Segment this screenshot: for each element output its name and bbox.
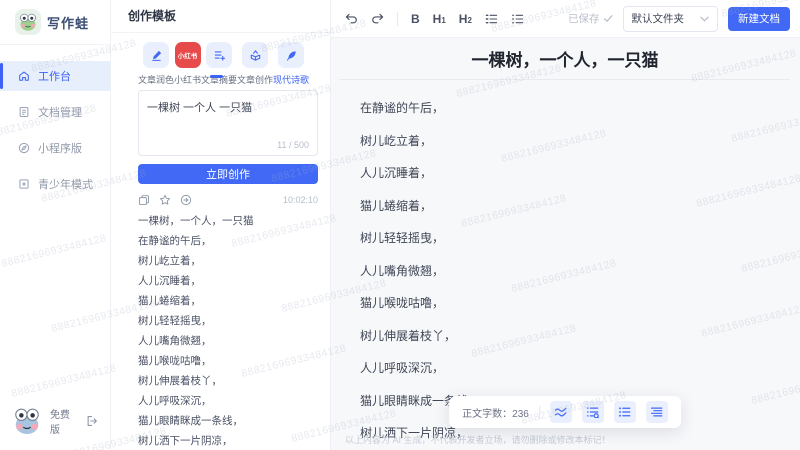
- generation-result: 10:02:10 一棵树，一个人，一只猫 在静谧的午后， 树儿屹立着， 人儿沉睡…: [138, 193, 318, 450]
- result-line: 树儿伸展着枝丫，: [138, 375, 222, 387]
- sidebar: 写作蛙 工作台 文档管理 小程序版 青少年模式 免费版: [0, 0, 111, 450]
- xiaohongshu-icon: 小红书: [174, 42, 201, 68]
- floating-ai-toolbar: 正文字数：236: [449, 396, 681, 428]
- result-line: 猫儿喉咙咕噜，: [138, 355, 212, 367]
- bold-icon[interactable]: B: [411, 13, 420, 25]
- result-line: 树儿轻轻摇曳，: [138, 315, 212, 327]
- document-body: 在静谧的午后， 树儿屹立着， 人儿沉睡着， 猫儿蜷缩着， 树儿轻轻摇曳， 人儿嘴…: [330, 80, 800, 439]
- tab-label: 文章创作: [237, 75, 274, 85]
- paragraph: 树儿屹立着，: [360, 133, 433, 148]
- result-line: 猫儿眼睛眯成一条线，: [138, 415, 243, 427]
- result-line: 树儿洒下一片阴凉，: [138, 435, 233, 447]
- tab-xiaohongshu[interactable]: 小红书 小红书: [174, 42, 201, 86]
- tab-article-create[interactable]: 文章创作: [237, 42, 273, 86]
- tab-label: 小红书: [174, 75, 202, 85]
- quill-icon: [278, 42, 305, 68]
- paragraph: 在静谧的午后，: [360, 101, 445, 115]
- editor-toolbar: B H1 H2 已保存 默认文件夹 新建文档: [330, 0, 800, 38]
- paragraph: 人儿嘴角微翘，: [360, 263, 445, 278]
- tabs-scroll-indicator: [210, 75, 223, 78]
- folder-select[interactable]: 默认文件夹: [622, 5, 718, 32]
- paragraph: 猫儿蜷缩着，: [360, 198, 433, 213]
- sidebar-item-miniapp[interactable]: 小程序版: [0, 133, 110, 163]
- pen-icon: [143, 42, 169, 68]
- heading2-icon[interactable]: H2: [459, 13, 472, 25]
- paragraph: 猫儿喉咙咕噜，: [360, 296, 445, 310]
- result-line: 在静谧的午后，: [138, 235, 212, 247]
- outline-icon[interactable]: [645, 401, 668, 423]
- result-line: 猫儿蜷缩着，: [138, 295, 201, 307]
- undo-icon[interactable]: [345, 13, 358, 24]
- paragraph: 树儿伸展着枝丫，: [360, 328, 457, 343]
- result-line: 一棵树，一个人，一只猫: [138, 215, 254, 227]
- sidebar-item-label: 文档管理: [38, 107, 82, 119]
- result-line: 人儿嘴角微翘，: [138, 335, 212, 347]
- result-timestamp: 10:02:10: [282, 195, 318, 205]
- result-toolbar: 10:02:10: [138, 193, 318, 207]
- tab-label: 文章润色: [138, 75, 175, 85]
- app-title: 写作蛙: [47, 15, 90, 31]
- chevron-down-icon: [700, 16, 709, 22]
- continue-writing-icon[interactable]: [549, 401, 572, 423]
- toolbar-divider: [538, 405, 540, 419]
- new-document-button[interactable]: 新建文档: [728, 6, 790, 31]
- redo-icon[interactable]: [371, 13, 384, 24]
- logout-icon[interactable]: [86, 415, 98, 427]
- plan-badge: 免费版: [50, 410, 70, 436]
- document-icon: [18, 106, 30, 118]
- tab-polish[interactable]: 文章润色: [138, 42, 174, 86]
- tab-summary[interactable]: 文章摘要: [201, 42, 237, 86]
- document-title: 一棵树，一个人，一只猫: [471, 51, 659, 70]
- sidebar-item-doc-management[interactable]: 文档管理: [0, 97, 110, 127]
- result-line: 人儿沉睡着，: [138, 275, 201, 287]
- result-line: 人儿呼吸深沉，: [138, 395, 212, 407]
- folder-select-value: 默认文件夹: [631, 13, 685, 25]
- document-canvas[interactable]: 一棵树，一个人，一只猫 在静谧的午后， 树儿屹立着， 人儿沉睡着， 猫儿蜷缩着，…: [330, 38, 800, 450]
- sidebar-item-label: 小程序版: [38, 143, 82, 155]
- bullet-list-icon[interactable]: [613, 401, 636, 423]
- panel-title: 创作模板: [110, 0, 330, 33]
- prompt-input[interactable]: 一棵树 一个人 一只猫: [139, 91, 317, 137]
- copy-icon[interactable]: [138, 194, 150, 206]
- char-counter: 11 / 500: [277, 140, 309, 150]
- heading1-icon[interactable]: H1: [433, 13, 446, 25]
- paragraph: 人儿沉睡着，: [360, 166, 433, 180]
- toolbar-divider: [397, 11, 398, 26]
- sidebar-item-teen-mode[interactable]: 青少年模式: [0, 169, 110, 199]
- template-tabs: 文章润色 小红书 小红书 文章摘要 文章创作 现代诗歌: [110, 33, 330, 86]
- summary-list-icon: [206, 42, 233, 68]
- compass-icon: [18, 142, 30, 154]
- inkbox-icon: [242, 42, 269, 68]
- summarize-icon[interactable]: [581, 401, 604, 423]
- sidebar-footer: 免费版: [0, 398, 110, 444]
- sidebar-item-label: 青少年模式: [38, 179, 93, 191]
- tab-modern-poetry[interactable]: 现代诗歌: [273, 42, 309, 86]
- sidebar-menu: 工作台 文档管理 小程序版 青少年模式: [0, 61, 110, 199]
- star-icon[interactable]: [159, 194, 171, 206]
- unordered-list-icon[interactable]: [511, 13, 524, 25]
- frog-mascot-icon: [15, 9, 41, 35]
- teen-mode-icon: [18, 178, 30, 190]
- create-now-button[interactable]: 立即创作: [138, 164, 318, 184]
- template-panel: 创作模板 文章润色 小红书 小红书 文章摘要 文章创作 现代诗歌 一棵树 一个人…: [110, 0, 331, 450]
- sidebar-item-workbench[interactable]: 工作台: [0, 61, 110, 91]
- insert-arrow-icon[interactable]: [180, 194, 192, 206]
- ai-disclaimer: 以上内容为 AI 生成，不代表开发者立场，请勿删除或修改本标记！: [345, 435, 611, 445]
- check-icon: [603, 15, 612, 22]
- home-icon: [18, 70, 30, 82]
- paragraph: 树儿轻轻摇曳，: [360, 231, 445, 245]
- result-line: 树儿屹立着，: [138, 255, 201, 267]
- sidebar-item-label: 工作台: [38, 71, 71, 83]
- tab-label: 现代诗歌: [273, 75, 310, 85]
- result-lines: 一棵树，一个人，一只猫 在静谧的午后， 树儿屹立着， 人儿沉睡着， 猫儿蜷缩着，…: [138, 216, 318, 447]
- paragraph: 人儿呼吸深沉，: [360, 361, 445, 375]
- ordered-list-icon[interactable]: [485, 13, 498, 25]
- app-logo: 写作蛙: [0, 0, 110, 45]
- toolbar-right: 已保存 默认文件夹 新建文档: [568, 5, 790, 32]
- editor: B H1 H2 已保存 默认文件夹 新建文档 一棵树，一个人，一只猫 在静谧的午…: [330, 0, 800, 450]
- user-avatar[interactable]: [12, 406, 42, 436]
- save-status: 已保存: [568, 11, 613, 26]
- word-count: 正文字数：236: [462, 408, 529, 420]
- prompt-input-card: 一棵树 一个人 一只猫 11 / 500: [138, 90, 318, 156]
